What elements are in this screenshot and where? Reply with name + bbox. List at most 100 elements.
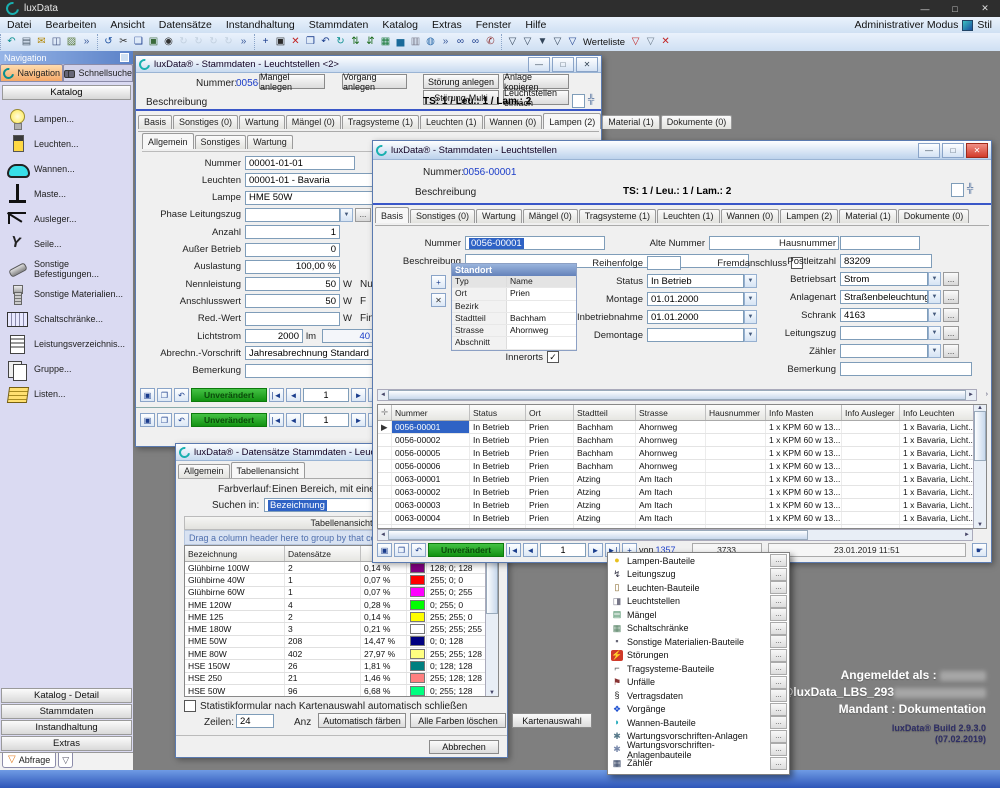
menu-item-leuchtstellen[interactable]: ◨Leuchtstellen… — [608, 595, 789, 609]
tab-basis[interactable]: Basis — [375, 207, 409, 223]
front-titlebar[interactable]: luxData® - Stammdaten - Leuchtstellen — … — [373, 141, 991, 160]
menu-datensätze[interactable]: Datensätze — [152, 19, 219, 31]
filter-data-icon[interactable]: ▦ — [378, 34, 393, 50]
hierarchy-icon[interactable]: ╬ — [588, 94, 594, 104]
subtab2-wartung[interactable]: Wartung — [247, 135, 293, 149]
stats-row[interactable]: HSE 250211,46 %255; 128; 128 — [185, 673, 498, 685]
menu-item-ellipsis-button[interactable]: … — [770, 716, 787, 729]
menu-item-tragsysteme-bauteile[interactable]: ⌐Tragsysteme-Bauteile… — [608, 662, 789, 676]
grid-row[interactable]: ▶0056-00001In BetriebPrienBachhamAhornwe… — [378, 421, 986, 434]
menu-item-ellipsis-button[interactable]: … — [770, 676, 787, 689]
menu-item-mängel[interactable]: ▤Mängel… — [608, 608, 789, 622]
tab2-mängel-0[interactable]: Mängel (0) — [286, 115, 341, 129]
filter-by-selection-icon[interactable]: ▽ — [520, 34, 535, 50]
tab-mängel-0[interactable]: Mängel (0) — [523, 209, 578, 223]
stil-icon[interactable] — [962, 20, 973, 31]
menu-item-vorgänge[interactable]: ❖Vorgänge… — [608, 703, 789, 717]
stats-row[interactable]: HME 120W40,28 %0; 255; 0 — [185, 599, 498, 611]
stil-label[interactable]: Stil — [977, 19, 992, 31]
menu-item-sonstige-materialien-bauteile[interactable]: ▪Sonstige Materialien-Bauteile… — [608, 635, 789, 649]
reihenfolge-input[interactable] — [647, 256, 681, 270]
menu-datei[interactable]: Datei — [0, 19, 39, 31]
back-icon[interactable]: ↶ — [4, 34, 19, 50]
chevron-down-icon[interactable]: ▼ — [340, 208, 353, 222]
copy-record-icon[interactable]: ❐ — [303, 34, 318, 50]
grid-col-status[interactable]: Status — [470, 405, 526, 420]
grid-row[interactable]: 0056-00005In BetriebPrienBachhamAhornweg… — [378, 447, 986, 460]
copy-icon[interactable]: ❏ — [131, 34, 146, 50]
standort-remove-button[interactable]: ✕ — [431, 293, 446, 307]
kartenauswahl-button[interactable]: Kartenauswahl — [512, 713, 592, 728]
tab-schnellsuche[interactable]: Schnellsuche — [63, 64, 133, 81]
bemerkung-input[interactable] — [840, 362, 972, 376]
tab-sonstiges-0[interactable]: Sonstiges (0) — [410, 209, 475, 223]
form-horizontal-scrollbar[interactable]: ◄► — [377, 389, 977, 401]
sort-desc-icon[interactable]: ⇵ — [363, 34, 378, 50]
menu-item-ellipsis-button[interactable]: … — [770, 743, 787, 756]
grid-col-ort[interactable]: Ort — [526, 405, 574, 420]
menu-item-ellipsis-button[interactable]: … — [770, 554, 787, 567]
overflow-icon[interactable]: » — [79, 34, 94, 50]
redo-3-icon[interactable]: ↻ — [206, 34, 221, 50]
menu-stammdaten[interactable]: Stammdaten — [302, 19, 376, 31]
menu-item-ellipsis-button[interactable]: … — [770, 635, 787, 648]
nummer-input[interactable]: 00001-01-01 — [245, 156, 355, 170]
menu-item-ellipsis-button[interactable]: … — [770, 703, 787, 716]
save-record-icon[interactable]: ▣ — [140, 413, 155, 427]
innerorts-checkbox[interactable]: ✓ — [547, 351, 559, 363]
grid-col-info-leuchten[interactable]: Info Leuchten — [900, 405, 974, 420]
filter-special-icon[interactable]: ▼ — [535, 34, 550, 50]
copy-record-icon[interactable]: ❐ — [394, 543, 409, 557]
mangel-anlegen-button[interactable]: Mangel anlegen — [259, 74, 325, 89]
tab-dokumente-0[interactable]: Dokumente (0) — [898, 209, 970, 223]
menu-hilfe[interactable]: Hilfe — [518, 19, 553, 31]
front-close-button[interactable]: ✕ — [966, 143, 988, 158]
tab2-sonstiges-0[interactable]: Sonstiges (0) — [173, 115, 238, 129]
grid-row[interactable]: 0056-00002In BetriebPrienBachhamAhornweg… — [378, 434, 986, 447]
alle-farben-löschen-button[interactable]: Alle Farben löschen — [410, 713, 506, 728]
mail-icon[interactable]: ✉ — [34, 34, 49, 50]
zähler-input[interactable] — [840, 344, 928, 358]
nav-next-button[interactable]: ► — [351, 388, 366, 402]
lichtstrom-input[interactable]: 2000 — [245, 329, 303, 343]
ellipsis-button[interactable]: ... — [943, 344, 959, 358]
paste-icon[interactable]: ▣ — [146, 34, 161, 50]
chevron-down-icon[interactable]: ▼ — [928, 344, 941, 358]
automatisch-färben-button[interactable]: Automatisch färben — [318, 713, 406, 728]
anschlusswert-input[interactable]: 50 — [245, 294, 340, 308]
menu-item-lampen-bauteile[interactable]: ●Lampen-Bauteile… — [608, 554, 789, 568]
sidebar-item-wannen[interactable]: Wannen... — [0, 156, 133, 181]
nav-next-button[interactable]: ► — [351, 413, 366, 427]
menu-ansicht[interactable]: Ansicht — [103, 19, 151, 31]
katalog-header-button[interactable]: Katalog — [2, 85, 131, 100]
grid-col-nummer[interactable]: Nummer — [392, 405, 470, 420]
record-position-input[interactable]: 1 — [303, 388, 349, 402]
störung-anlegen-button[interactable]: Störung anlegen — [423, 74, 499, 89]
record-position-input[interactable]: 1 — [540, 543, 586, 557]
app-minimize-button[interactable]: — — [910, 0, 940, 17]
grid-row[interactable]: 0063-00001In BetriebPrienAtzingAm Itach1… — [378, 473, 986, 486]
notes-icon[interactable] — [951, 183, 964, 197]
sidebar-section-katalog-detail[interactable]: Katalog - Detail — [1, 688, 132, 703]
abbrechen-button[interactable]: Abbrechen — [429, 740, 499, 754]
print-preview-icon[interactable]: ◫ — [49, 34, 64, 50]
window2-minimize-button[interactable]: — — [528, 57, 550, 72]
grid-row[interactable]: 0063-00004In BetriebPrienAtzingAm Itach1… — [378, 512, 986, 525]
nav-prev-button[interactable]: ◄ — [523, 543, 538, 557]
menu-item-ellipsis-button[interactable]: … — [770, 689, 787, 702]
menu-item-ellipsis-button[interactable]: … — [770, 662, 787, 675]
menu-extras[interactable]: Extras — [425, 19, 469, 31]
menu-item-ellipsis-button[interactable]: … — [770, 568, 787, 581]
ellipsis-button[interactable]: ... — [943, 308, 959, 322]
export-icon[interactable]: ▨ — [64, 34, 79, 50]
record-position-input[interactable]: 1 — [303, 413, 349, 427]
refresh-icon[interactable]: ↻ — [333, 34, 348, 50]
add-record-icon[interactable]: + — [258, 34, 273, 50]
subtab2-allgemein[interactable]: Allgemein — [142, 133, 194, 149]
standort-add-button[interactable]: + — [431, 275, 446, 289]
tab-lampen-2[interactable]: Lampen (2) — [780, 209, 838, 223]
grid-horizontal-scrollbar[interactable]: ◄► — [377, 529, 973, 541]
red-wert-input[interactable] — [245, 312, 340, 326]
menu-fenster[interactable]: Fenster — [469, 19, 519, 31]
nummer-input[interactable]: 0056-00001 — [465, 236, 605, 250]
